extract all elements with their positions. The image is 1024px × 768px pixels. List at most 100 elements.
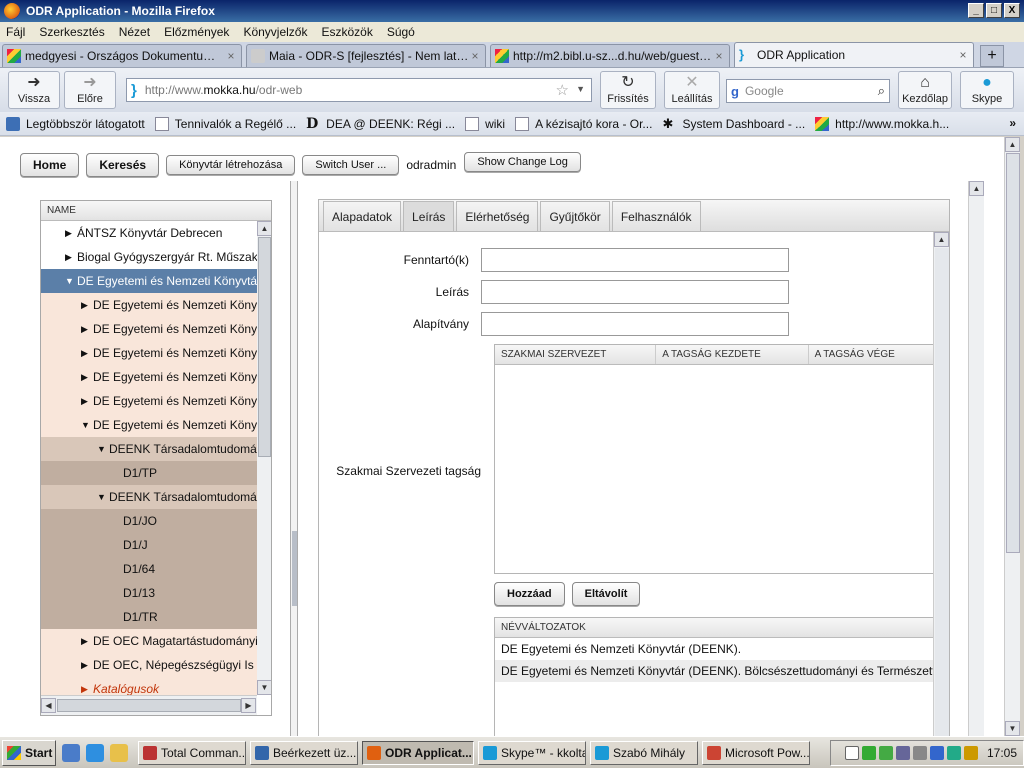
expand-arrow-icon[interactable]: ▶	[65, 252, 75, 263]
taskbar-button[interactable]: Beérkezett üz...	[250, 740, 358, 765]
bookmark-item[interactable]: ✱ System Dashboard - ...	[662, 116, 805, 131]
tab-availability[interactable]: Elérhetőség	[456, 201, 539, 231]
tree-horizontal-scrollbar[interactable]: ◀ ▶	[41, 695, 257, 715]
bookmark-item[interactable]: wiki	[465, 116, 505, 131]
remove-button[interactable]: Eltávolít	[571, 582, 641, 606]
clock[interactable]: 17:05	[987, 746, 1017, 760]
home-button[interactable]: ⌂ Kezdőlap	[898, 71, 952, 109]
scroll-thumb[interactable]	[935, 248, 949, 736]
collapse-arrow-icon[interactable]: ▼	[81, 420, 91, 430]
tree-row[interactable]: D1/64	[41, 557, 257, 581]
browser-tab-active[interactable]: } ODR Application ×	[734, 42, 974, 67]
column-header[interactable]: NÉVVÁLTOZATOK	[495, 618, 933, 637]
tree-row[interactable]: D1/TR	[41, 605, 257, 629]
create-library-button[interactable]: Könyvtár létrehozása	[166, 155, 296, 175]
column-header[interactable]: SZAKMAI SZERVEZET	[495, 345, 657, 364]
collapse-arrow-icon[interactable]: ▼	[65, 276, 75, 286]
taskbar-button-active[interactable]: ODR Applicat...	[362, 740, 474, 765]
add-button[interactable]: Hozzáad	[494, 582, 565, 606]
tray-icon[interactable]	[895, 746, 910, 760]
taskbar-button[interactable]: Szabó Mihály	[590, 740, 698, 765]
url-bar[interactable]: } http://www. mokka.hu /odr-web ☆ ▼	[126, 78, 592, 102]
browser-tab[interactable]: Maia - ODR-S [fejlesztés] - Nem latszik …	[246, 44, 486, 67]
foundation-field[interactable]	[481, 312, 789, 336]
bookmark-item[interactable]: http://www.mokka.h...	[815, 116, 949, 131]
new-tab-button[interactable]: +	[980, 45, 1004, 67]
list-item[interactable]: DE Egyetemi és Nemzeti Könyvtár (DEENK).	[495, 638, 933, 660]
scroll-up-icon[interactable]: ▲	[969, 181, 984, 196]
maximize-button[interactable]: □	[986, 3, 1002, 18]
close-window-button[interactable]: X	[1004, 3, 1020, 18]
page-scrollbar[interactable]: ▲ ▼	[1004, 137, 1020, 736]
column-header[interactable]: A TAGSÁG KEZDETE	[656, 345, 809, 364]
home-nav-button[interactable]: Home	[20, 153, 80, 177]
quicklaunch-ie-icon[interactable]	[62, 743, 80, 762]
menu-help[interactable]: Súgó	[387, 25, 415, 39]
tree-row[interactable]: ▼ DEENK Társadalomtudományi	[41, 485, 257, 509]
url-dropdown-icon[interactable]: ▼	[576, 84, 585, 94]
tree-row[interactable]: ▶DE Egyetemi és Nemzeti Könyvtár	[41, 365, 257, 389]
expand-arrow-icon[interactable]: ▶	[81, 660, 91, 671]
menu-history[interactable]: Előzmények	[164, 25, 229, 39]
taskbar-button[interactable]: Total Comman...	[138, 740, 246, 765]
tree-row[interactable]: ▶ DE OEC Magatartástudományi	[41, 629, 257, 653]
detail-scrollbar[interactable]: ▲	[933, 232, 949, 736]
splitter-handle[interactable]	[292, 531, 297, 606]
tree-row[interactable]: ▶ ÁNTSZ Könyvtár Debrecen	[41, 221, 257, 245]
expand-arrow-icon[interactable]: ▶	[81, 372, 91, 383]
menu-bookmarks[interactable]: Könyvjelzők	[243, 25, 307, 39]
scroll-up-icon[interactable]: ▲	[934, 232, 949, 247]
tray-icon[interactable]	[946, 746, 961, 760]
help-icon[interactable]	[844, 746, 859, 760]
scroll-up-icon[interactable]: ▲	[257, 221, 271, 236]
tree-row[interactable]: D1/J	[41, 533, 257, 557]
scroll-thumb[interactable]	[57, 699, 241, 712]
tree-row[interactable]: ▼ DEENK Társadalomtudományi	[41, 437, 257, 461]
collapse-arrow-icon[interactable]: ▼	[97, 492, 107, 502]
bookmark-item[interactable]: Legtöbbször látogatott	[6, 116, 145, 131]
switch-user-button[interactable]: Switch User ...	[302, 155, 400, 175]
skype-button[interactable]: ● Skype	[960, 71, 1014, 109]
tree-row[interactable]: ▶ DE OEC, Népegészségügyi Is	[41, 653, 257, 677]
stop-button[interactable]: ✕ Leállítás	[664, 71, 720, 109]
menu-tools[interactable]: Eszközök	[321, 25, 372, 39]
tray-icon[interactable]	[861, 746, 876, 760]
tree-row[interactable]: D1/13	[41, 581, 257, 605]
scroll-thumb[interactable]	[258, 237, 271, 457]
tab-description[interactable]: Leírás	[403, 201, 455, 231]
search-input[interactable]: g Google ⌕	[726, 79, 890, 103]
expand-arrow-icon[interactable]: ▶	[81, 396, 91, 407]
scroll-down-icon[interactable]: ▼	[257, 680, 271, 695]
tree-row[interactable]: ▶DE Egyetemi és Nemzeti Könyvtár	[41, 317, 257, 341]
expand-arrow-icon[interactable]: ▶	[81, 684, 91, 695]
scroll-thumb[interactable]	[1006, 153, 1020, 553]
forward-button[interactable]: ➜ Előre	[64, 71, 116, 109]
tab-close-icon[interactable]: ×	[225, 49, 237, 63]
tree-row[interactable]: ▶DE Egyetemi és Nemzeti Könyvtár	[41, 341, 257, 365]
expand-arrow-icon[interactable]: ▶	[81, 348, 91, 359]
bookmark-star-icon[interactable]: ☆	[556, 81, 569, 99]
tab-close-icon[interactable]: ×	[469, 49, 481, 63]
reload-button[interactable]: ↻ Frissítés	[600, 71, 656, 109]
tree-row[interactable]: ▶ Katalógusok	[41, 677, 257, 695]
tree-row[interactable]: ▶ Biogal Gyógyszergyár Rt. Műszaki	[41, 245, 257, 269]
back-button[interactable]: ➜ Vissza	[8, 71, 60, 109]
expand-arrow-icon[interactable]: ▶	[81, 636, 91, 647]
search-nav-button[interactable]: Keresés	[86, 153, 160, 177]
menu-file[interactable]: Fájl	[6, 25, 25, 39]
bookmark-item[interactable]: A kézisajtó kora - Or...	[515, 116, 652, 131]
panel-splitter[interactable]	[290, 181, 298, 736]
bookmarks-overflow-icon[interactable]: »	[1009, 116, 1016, 130]
browser-tab[interactable]: medgyesi - Országos Dokumentumellát... ×	[2, 44, 242, 67]
bookmark-item[interactable]: D DEA @ DEENK: Régi ...	[306, 117, 455, 131]
list-item[interactable]: DE Egyetemi és Nemzeti Könyvtár (DEENK).…	[495, 660, 933, 682]
taskbar-button[interactable]: Skype™ - kkoltay	[478, 740, 586, 765]
tree-row[interactable]: ▶DE Egyetemi és Nemzeti Könyvtár	[41, 389, 257, 413]
tab-close-icon[interactable]: ×	[957, 48, 969, 62]
tree-row[interactable]: D1/TP	[41, 461, 257, 485]
tree-row[interactable]: D1/JO	[41, 509, 257, 533]
tree-row-selected[interactable]: ▼ DE Egyetemi és Nemzeti Könyvtár	[41, 269, 257, 293]
description-field[interactable]	[481, 280, 789, 304]
browser-tab[interactable]: http://m2.bibl.u-sz...d.hu/web/guest/odr…	[490, 44, 730, 67]
tray-icon[interactable]	[912, 746, 927, 760]
